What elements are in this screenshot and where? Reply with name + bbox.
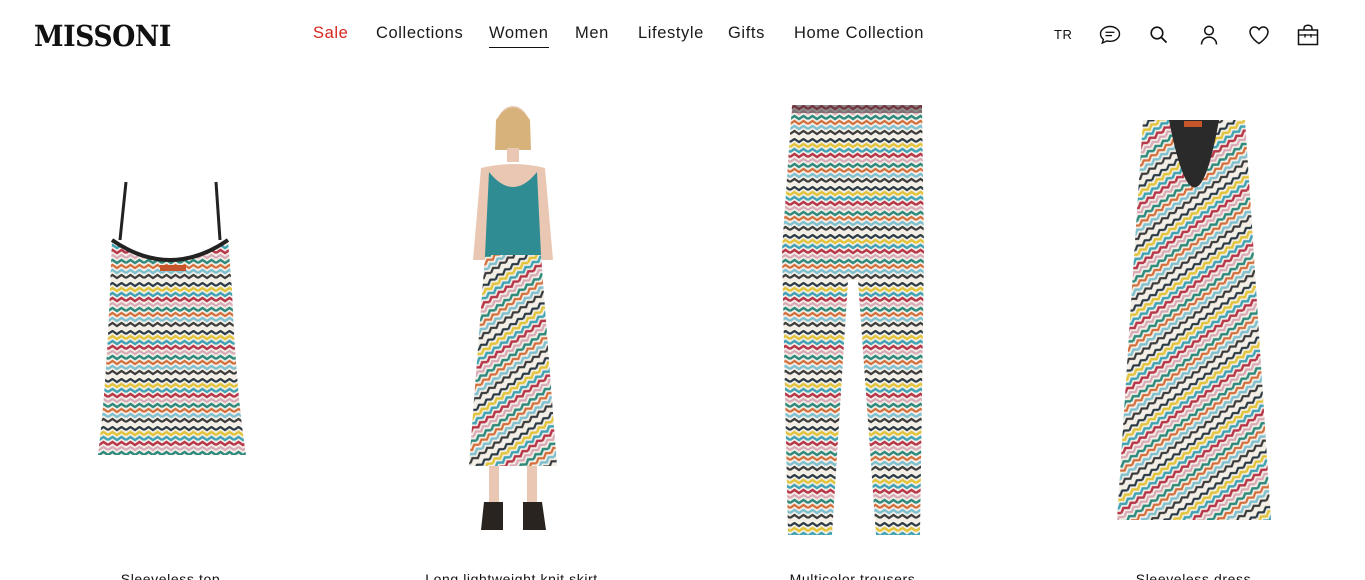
product-card[interactable]: Multicolor trousers xyxy=(682,90,1023,580)
product-title[interactable]: Sleeveless dress xyxy=(1023,571,1364,580)
product-card[interactable]: Sleeveless dress xyxy=(1023,90,1364,580)
product-image[interactable] xyxy=(0,90,341,550)
product-card[interactable]: Sleeveless top xyxy=(0,90,341,580)
search-icon[interactable] xyxy=(1146,22,1172,48)
product-image[interactable] xyxy=(682,90,1023,550)
site-header: MISSONI Sale Collections Women Men Lifes… xyxy=(0,0,1365,70)
wishlist-icon[interactable] xyxy=(1246,22,1272,48)
chat-icon[interactable] xyxy=(1097,22,1123,48)
product-image[interactable] xyxy=(341,90,682,550)
account-icon[interactable] xyxy=(1196,22,1222,48)
product-title[interactable]: Sleeveless top xyxy=(0,571,341,580)
product-image[interactable] xyxy=(1023,90,1364,550)
product-grid: Sleeveless top Long lightweight knit ski… xyxy=(0,90,1365,580)
bag-icon[interactable] xyxy=(1295,22,1321,48)
product-title[interactable]: Multicolor trousers xyxy=(682,571,1023,580)
product-card[interactable]: Long lightweight knit skirt xyxy=(341,90,682,580)
product-title[interactable]: Long lightweight knit skirt xyxy=(341,571,682,580)
